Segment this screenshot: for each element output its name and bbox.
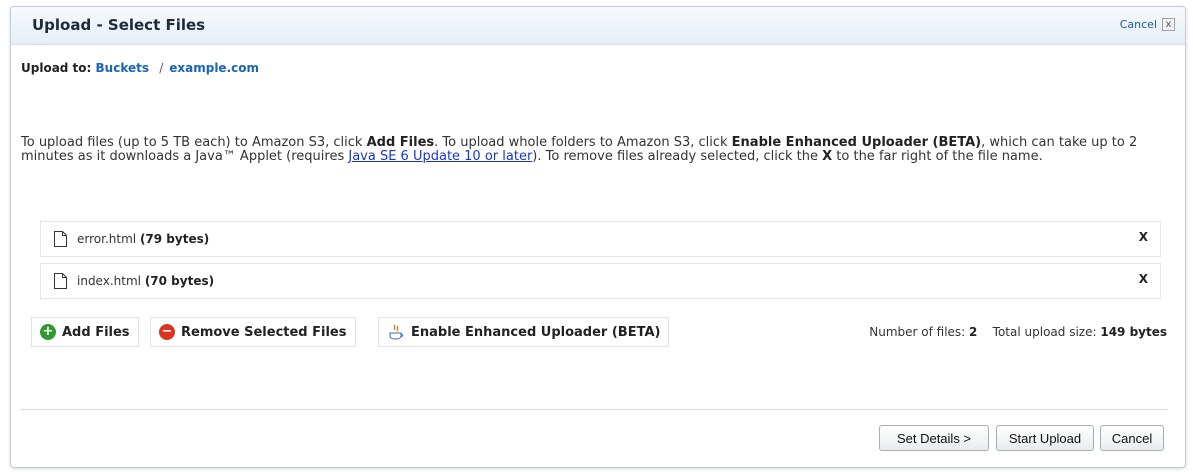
file-name: error.html (79 bytes) xyxy=(77,232,209,246)
set-details-button[interactable]: Set Details > xyxy=(879,425,989,451)
file-row[interactable]: error.html (79 bytes) X xyxy=(40,221,1161,257)
instructions-text-4: ). To remove files already selected, cli… xyxy=(532,149,823,164)
remove-selected-label: Remove Selected Files xyxy=(181,324,347,340)
file-name-text: index.html xyxy=(77,274,141,288)
file-icon xyxy=(54,231,67,247)
instructions-text-5: to the far right of the file name. xyxy=(832,149,1043,164)
dialog-title: Upload - Select Files xyxy=(32,16,206,34)
file-name-text: error.html xyxy=(77,232,137,246)
remove-file-button[interactable]: X xyxy=(1139,230,1148,244)
file-size: (79 bytes) xyxy=(139,232,210,246)
breadcrumb-buckets-link[interactable]: Buckets xyxy=(96,61,149,75)
remove-selected-files-button[interactable]: − Remove Selected Files xyxy=(150,317,356,347)
num-files-value: 2 xyxy=(969,325,978,339)
file-size: (70 bytes) xyxy=(144,274,215,288)
add-files-label: Add Files xyxy=(62,324,130,340)
dialog-titlebar: Upload - Select Files Cancel x xyxy=(11,7,1185,45)
minus-icon: − xyxy=(159,324,175,340)
close-icon[interactable]: x xyxy=(1162,18,1175,31)
breadcrumb-separator: / xyxy=(159,61,164,75)
upload-summary: Number of files: 2 Total upload size: 14… xyxy=(869,325,1167,339)
enable-enhanced-uploader-button[interactable]: Enable Enhanced Uploader (BETA) xyxy=(378,317,670,347)
plus-icon: + xyxy=(40,324,56,340)
instructions-x: X xyxy=(822,149,833,164)
total-size-label: Total upload size: xyxy=(992,325,1097,339)
breadcrumb-bucket-link[interactable]: example.com xyxy=(169,61,259,75)
java-icon xyxy=(389,324,403,340)
instructions-text-2: . To upload whole folders to Amazon S3, … xyxy=(434,135,732,150)
cancel-button[interactable]: Cancel xyxy=(1100,425,1164,451)
file-row[interactable]: index.html (70 bytes) X xyxy=(40,263,1161,299)
footer-divider xyxy=(21,409,1168,410)
enhanced-uploader-label: Enable Enhanced Uploader (BETA) xyxy=(411,324,661,340)
file-icon xyxy=(54,273,67,289)
start-upload-button[interactable]: Start Upload xyxy=(996,425,1094,451)
upload-instructions: To upload files (up to 5 TB each) to Ama… xyxy=(21,136,1171,164)
instructions-enhanced: Enable Enhanced Uploader (BETA) xyxy=(731,135,982,150)
cancel-link-top[interactable]: Cancel x xyxy=(1120,18,1175,31)
cancel-label[interactable]: Cancel xyxy=(1120,18,1157,31)
upload-destination: Upload to: Buckets / example.com xyxy=(21,61,259,75)
add-files-button[interactable]: + Add Files xyxy=(31,317,139,347)
upload-to-label: Upload to: xyxy=(21,61,92,75)
remove-file-button[interactable]: X xyxy=(1139,272,1148,286)
java-requirements-link[interactable]: Java SE 6 Update 10 or later xyxy=(348,149,532,164)
instructions-text-1: To upload files (up to 5 TB each) to Ama… xyxy=(21,135,367,150)
instructions-add-files: Add Files xyxy=(366,135,435,150)
total-size-value: 149 bytes xyxy=(1100,325,1167,339)
file-name: index.html (70 bytes) xyxy=(77,274,214,288)
num-files-label: Number of files: xyxy=(869,325,966,339)
